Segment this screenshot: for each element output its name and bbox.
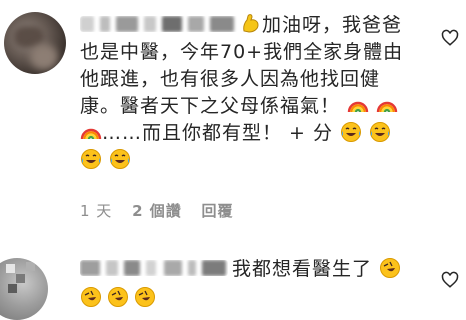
like-heart-icon[interactable] bbox=[441, 29, 459, 47]
comment-text: 我都想看醫生了 bbox=[232, 258, 373, 280]
comment-line-4: 康。醫者天下之父母係福氣！ bbox=[80, 95, 341, 117]
emoji-row bbox=[80, 286, 156, 308]
tears-of-joy-icon bbox=[109, 148, 131, 170]
comment-meta: 1 天 2 個讚 回覆 bbox=[80, 200, 248, 221]
like-heart-icon[interactable] bbox=[441, 271, 459, 289]
rainbow-icon bbox=[80, 121, 102, 143]
comment-body: 我都想看醫生了 bbox=[232, 254, 401, 281]
rainbow-icon bbox=[347, 94, 369, 116]
flexed-biceps-icon bbox=[240, 13, 262, 35]
rainbow-icon bbox=[376, 94, 398, 116]
tears-of-joy-icon bbox=[340, 121, 362, 143]
like-count-button[interactable]: 2 個讚 bbox=[132, 202, 182, 220]
rolling-laughing-icon bbox=[80, 286, 102, 308]
comment-line-3: 他跟進，也有很多人因為他找回健 bbox=[80, 68, 381, 90]
comment-line-5: ……而且你都有型！ + 分 bbox=[102, 122, 333, 144]
rolling-laughing-icon bbox=[134, 286, 156, 308]
tears-of-joy-icon bbox=[80, 148, 102, 170]
comment-body: 加油呀，我爸爸 也是中醫，今年70+我們全家身體由 他跟進，也有很多人因為他找回… bbox=[80, 12, 420, 174]
comment-time[interactable]: 1 天 bbox=[80, 202, 112, 220]
rolling-laughing-icon bbox=[107, 286, 129, 308]
reply-button[interactable]: 回覆 bbox=[202, 202, 234, 220]
blurred-username[interactable] bbox=[80, 260, 228, 276]
tears-of-joy-icon bbox=[369, 121, 391, 143]
comment-line-2: 也是中醫，今年70+我們全家身體由 bbox=[80, 41, 404, 63]
comment-line-1: 加油呀，我爸爸 bbox=[262, 14, 403, 36]
commenter-avatar[interactable] bbox=[0, 258, 48, 320]
commenter-avatar[interactable] bbox=[4, 12, 66, 74]
rolling-laughing-icon bbox=[379, 257, 401, 279]
